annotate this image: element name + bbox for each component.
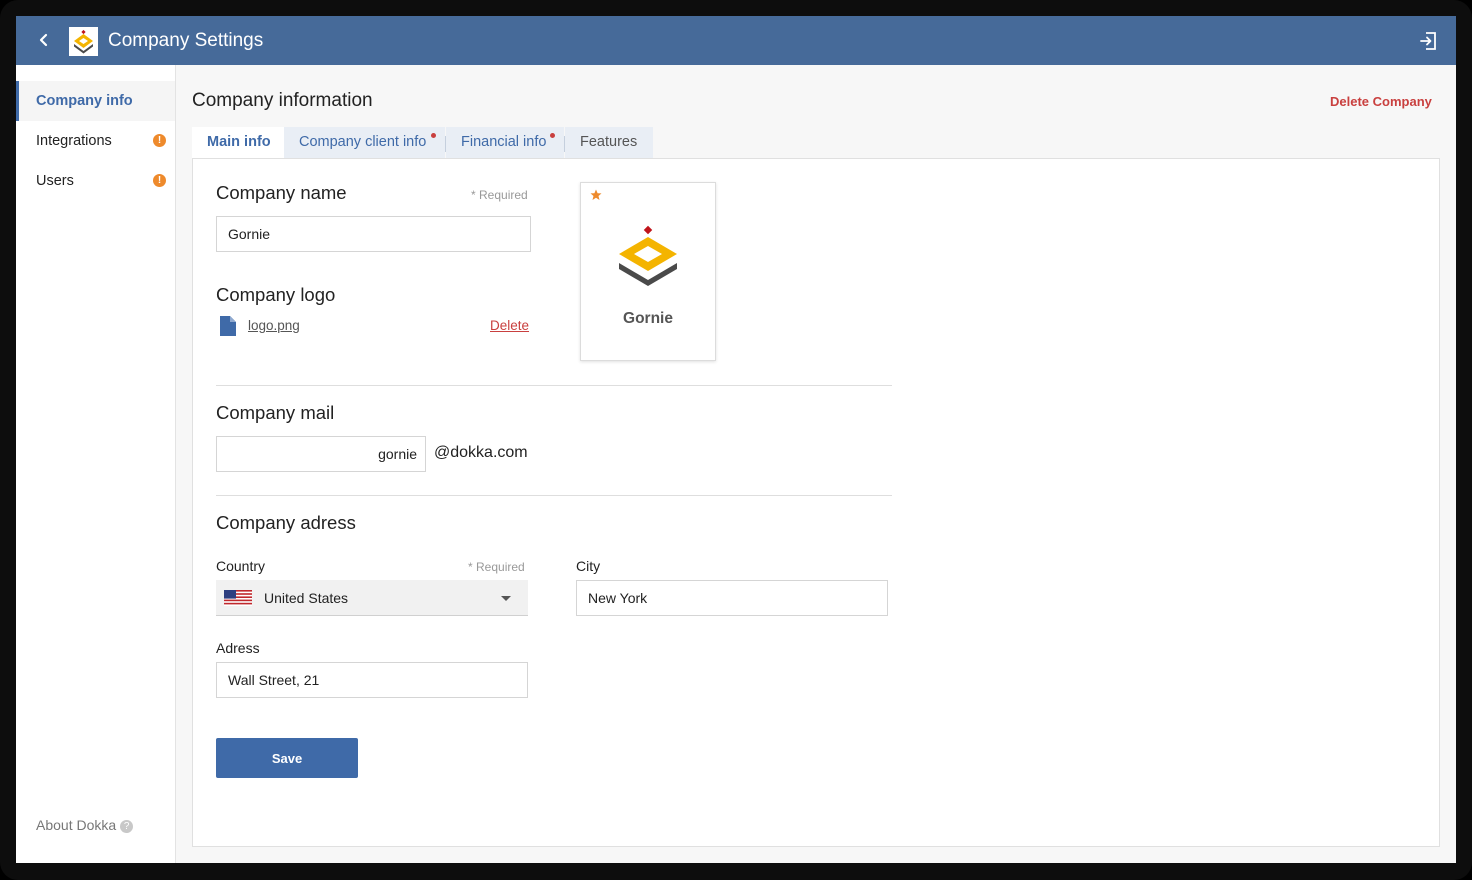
- sidebar-item-label: Company info: [36, 93, 133, 109]
- warning-icon: !: [153, 174, 166, 187]
- about-dokka-link[interactable]: About Dokka?: [36, 817, 134, 833]
- city-label: City: [576, 558, 601, 574]
- section-divider: [216, 385, 892, 386]
- tab-label: Main info: [207, 134, 271, 150]
- mail-domain: @dokka.com: [434, 444, 528, 461]
- tab-label: Features: [580, 134, 638, 150]
- us-flag-icon: [224, 590, 252, 606]
- top-bar: Company Settings: [16, 16, 1456, 65]
- app-screen: Company Settings Company info Integratio…: [16, 16, 1456, 863]
- company-logo-image: [619, 225, 677, 286]
- tab-label: Financial info: [461, 134, 547, 150]
- tab-company-client-info[interactable]: Company client info: [284, 127, 445, 159]
- required-hint: * Required: [468, 560, 525, 574]
- main-info-panel: Company name * Required Gornie Company l…: [192, 158, 1440, 847]
- app-logo: [69, 27, 98, 56]
- address-label: Adress: [216, 640, 260, 656]
- caret-down-icon: [501, 596, 511, 601]
- notification-dot: [550, 133, 555, 138]
- country-select[interactable]: United States: [216, 580, 528, 616]
- file-icon: [220, 316, 236, 336]
- company-address-heading: Company adress: [216, 512, 356, 533]
- sign-out-icon[interactable]: [1418, 31, 1438, 51]
- logo-file-link[interactable]: logo.png: [248, 318, 300, 333]
- required-hint: * Required: [471, 188, 528, 202]
- warning-icon: !: [153, 134, 166, 147]
- about-label: About Dokka: [36, 817, 117, 833]
- sidebar-item-integrations[interactable]: Integrations !: [16, 121, 175, 161]
- logo-preview: Gornie: [580, 182, 716, 361]
- company-name-heading: Company name: [216, 182, 347, 203]
- app-title: Company Settings: [108, 30, 264, 51]
- sidebar-item-label: Users: [36, 173, 74, 189]
- tab-financial-info[interactable]: Financial info: [446, 127, 564, 159]
- page-title: Company information: [192, 90, 373, 111]
- help-icon[interactable]: ?: [120, 820, 134, 833]
- notification-dot: [431, 133, 436, 138]
- tab-label: Company client info: [299, 134, 427, 150]
- company-name-input[interactable]: Gornie: [216, 216, 531, 252]
- delete-logo-button[interactable]: Delete: [490, 318, 529, 333]
- tab-main-info[interactable]: Main info: [192, 127, 284, 159]
- address-input[interactable]: Wall Street, 21: [216, 662, 528, 698]
- sidebar-item-label: Integrations: [36, 133, 112, 149]
- company-mail-heading: Company mail: [216, 402, 335, 423]
- country-value: United States: [264, 590, 349, 606]
- company-logo-heading: Company logo: [216, 284, 336, 305]
- device-frame: Company Settings Company info Integratio…: [0, 0, 1472, 880]
- star-icon[interactable]: [590, 189, 602, 201]
- sidebar-item-company-info[interactable]: Company info: [16, 81, 175, 121]
- section-divider: [216, 495, 892, 496]
- logo-preview-name: Gornie: [623, 310, 673, 327]
- tab-features[interactable]: Features: [565, 127, 653, 159]
- company-mail-input[interactable]: gornie: [216, 436, 426, 472]
- save-button[interactable]: Save: [216, 738, 358, 778]
- country-label: Country: [216, 558, 266, 574]
- delete-company-button[interactable]: Delete Company: [1330, 94, 1432, 109]
- sidebar: Company info Integrations ! Users ! Abou…: [16, 65, 176, 863]
- chevron-left-icon[interactable]: [34, 30, 54, 50]
- city-input[interactable]: New York: [576, 580, 888, 616]
- sidebar-item-users[interactable]: Users !: [16, 161, 175, 201]
